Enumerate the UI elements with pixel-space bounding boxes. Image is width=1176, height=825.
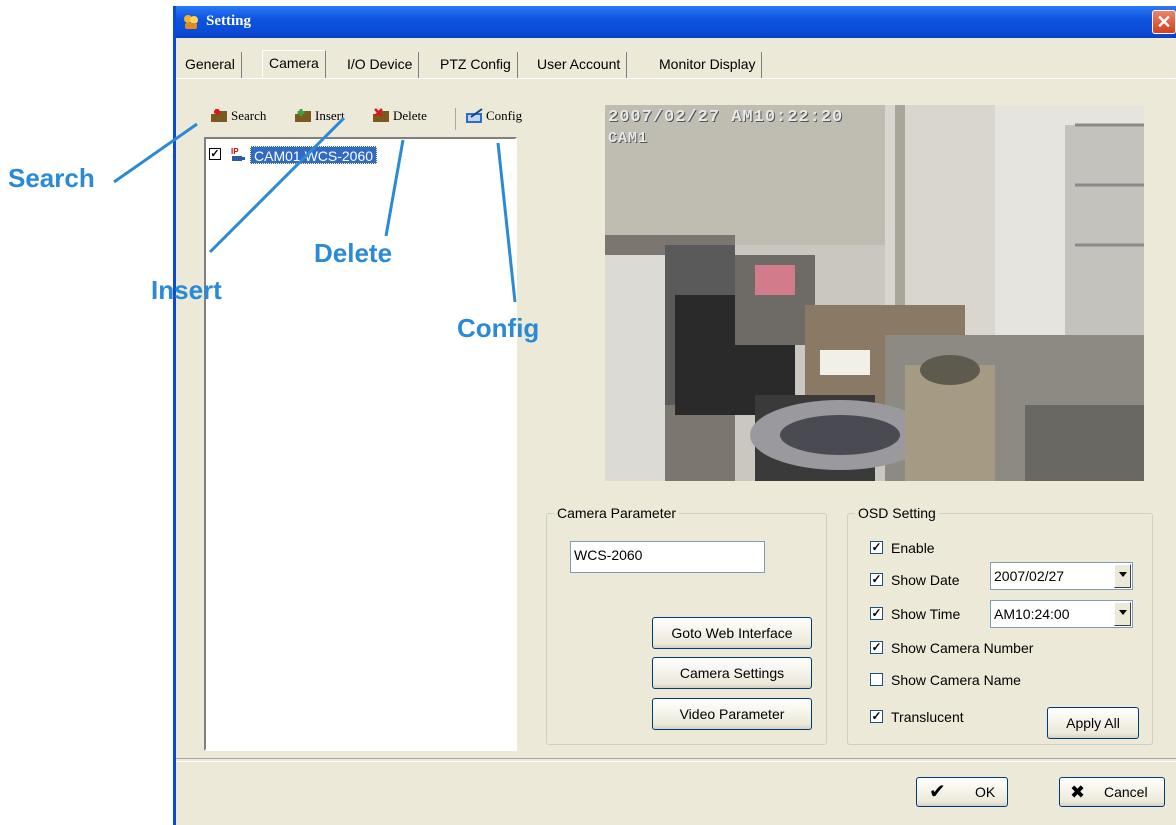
cancel-icon: ✖ (1070, 782, 1086, 802)
annotation-delete: Delete (314, 238, 393, 268)
footer-divider (176, 758, 1176, 762)
tab-monitor-display[interactable]: Monitor Display (653, 52, 763, 78)
camera-preview-image (605, 105, 1144, 481)
close-icon: ✕ (1156, 12, 1172, 32)
app-icon (184, 15, 198, 29)
insert-button-label: Insert (315, 108, 345, 123)
close-button[interactable]: ✕ (1152, 10, 1176, 34)
search-button-label: Search (231, 108, 267, 123)
osd-date-time: 2007/02/27 AM10:22:20 (608, 108, 844, 127)
annotation-config: Config (457, 313, 540, 343)
window-title: Setting (206, 13, 251, 29)
osd-show-time-label: Show Time (891, 606, 961, 622)
config-button-label: Config (486, 108, 523, 123)
apply-all-button[interactable]: Apply All (1047, 707, 1139, 739)
cancel-button[interactable]: ✖ Cancel (1059, 777, 1165, 807)
cancel-button-label: Cancel (1104, 784, 1148, 800)
setting-window: Setting ✕ General Camera I/O Device PTZ … (173, 6, 1176, 825)
ip-camera-icon: IP (231, 147, 245, 161)
camera-parameter-legend: Camera Parameter (554, 504, 680, 522)
insert-icon (295, 109, 311, 122)
annotation-search: Search (8, 163, 95, 193)
config-button[interactable]: Config (465, 106, 543, 126)
check-icon: ✔ (929, 781, 946, 803)
camera-name-field[interactable]: WCS-2060 (570, 541, 765, 573)
osd-time-select[interactable]: AM10:24:00 (990, 600, 1133, 628)
osd-setting-group: OSD Setting ✓ Enable ✓ Show Date 2007/02… (847, 504, 1153, 745)
tab-ptz-config[interactable]: PTZ Config (434, 52, 518, 78)
camera-settings-button[interactable]: Camera Settings (652, 657, 812, 689)
search-button[interactable]: Search (210, 106, 290, 126)
tab-strip: General Camera I/O Device PTZ Config Use… (176, 50, 1176, 79)
toolbar-separator (455, 108, 456, 130)
tree-item-label[interactable]: CAM01 WCS-2060 (250, 146, 378, 164)
delete-button-label: Delete (393, 108, 427, 123)
osd-time-value: AM10:24:00 (994, 606, 1070, 622)
osd-translucent-checkbox[interactable]: ✓ (870, 710, 883, 723)
osd-translucent-label: Translucent (891, 709, 964, 725)
chevron-down-icon[interactable] (1114, 602, 1131, 626)
osd-date-select[interactable]: 2007/02/27 (990, 562, 1133, 590)
osd-show-date-checkbox[interactable]: ✓ (870, 573, 883, 586)
annotation-insert: Insert (151, 275, 222, 305)
video-parameter-button[interactable]: Video Parameter (652, 698, 812, 730)
delete-button[interactable]: Delete (372, 106, 444, 126)
tab-camera[interactable]: Camera (262, 50, 326, 79)
osd-setting-legend: OSD Setting (855, 504, 939, 522)
camera-parameter-group: Camera Parameter WCS-2060 Goto Web Inter… (546, 504, 827, 745)
config-icon (466, 108, 483, 123)
delete-icon (373, 108, 389, 122)
osd-show-date-label: Show Date (891, 572, 960, 588)
osd-show-camera-name-checkbox[interactable] (870, 673, 883, 686)
insert-button[interactable]: Insert (294, 106, 364, 126)
ok-button[interactable]: ✔ OK (916, 777, 1008, 807)
ok-button-label: OK (975, 784, 996, 800)
osd-enable-label: Enable (891, 540, 935, 556)
osd-show-time-checkbox[interactable]: ✓ (870, 607, 883, 620)
tab-divider (176, 78, 1176, 79)
camera-preview: 2007/02/27 AM10:22:20 CAM1 (605, 105, 1144, 481)
title-bar[interactable]: Setting ✕ (176, 6, 1176, 38)
tab-user-account[interactable]: User Account (531, 52, 628, 78)
osd-enable-checkbox[interactable]: ✓ (870, 541, 883, 554)
osd-camera-name: CAM1 (608, 130, 649, 147)
goto-web-interface-button[interactable]: Goto Web Interface (652, 617, 812, 649)
svg-text:IP: IP (231, 147, 239, 156)
tab-general[interactable]: General (179, 52, 242, 78)
osd-show-camera-name-label: Show Camera Name (891, 672, 1021, 688)
osd-show-camera-number-checkbox[interactable]: ✓ (870, 641, 883, 654)
tab-io-device[interactable]: I/O Device (341, 52, 420, 78)
tree-item-checkbox[interactable]: ✓ (209, 148, 221, 160)
osd-date-value: 2007/02/27 (994, 568, 1065, 584)
search-icon (211, 109, 227, 122)
camera-tree[interactable]: ✓ IP CAM01 WCS-2060 (204, 137, 517, 751)
chevron-down-icon[interactable] (1114, 564, 1131, 588)
osd-show-camera-number-label: Show Camera Number (891, 640, 1034, 656)
